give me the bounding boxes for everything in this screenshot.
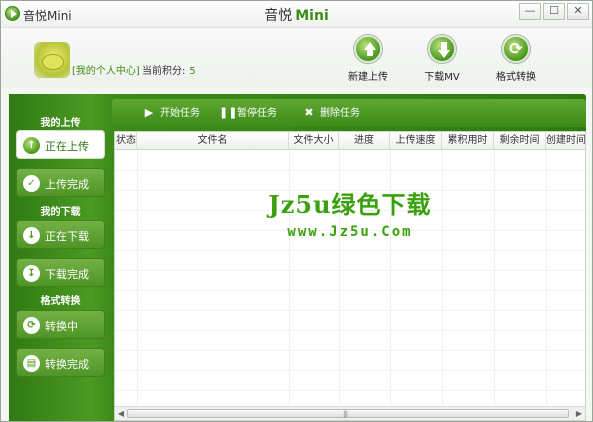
- start-task-label: 开始任务: [160, 108, 200, 119]
- grid-line: [494, 150, 495, 405]
- grid-line: [115, 290, 585, 291]
- play-icon: ▶: [144, 106, 154, 119]
- convert-section-title: 格式转换: [40, 296, 81, 307]
- sidebar-item-label: 正在上传: [45, 140, 89, 153]
- grid-line: [115, 330, 585, 331]
- task-table[interactable]: 状态 文件名 文件大小 进度 上传速度 累积用时 剩余时间 创建时间 Jz5u绿…: [114, 131, 586, 421]
- grid-line: [546, 150, 547, 405]
- grid-line: [115, 310, 585, 311]
- task-toolbar: ▶ 开始任务 ❚❚暂停任务 ✖ 删除任务: [112, 99, 586, 127]
- download-section-title: 我的下载: [40, 207, 81, 218]
- convert-cycle-icon: [502, 35, 530, 63]
- points-display: 当前积分: 5: [142, 62, 196, 77]
- format-convert-label: 格式转换: [496, 72, 536, 83]
- column-header-upload-speed[interactable]: 上传速度: [390, 132, 442, 150]
- column-header-progress[interactable]: 进度: [339, 132, 390, 150]
- download-arrow-icon: ↓: [23, 227, 40, 244]
- maximize-button[interactable]: ☐: [543, 3, 565, 20]
- grid-line: [137, 150, 138, 405]
- delete-task-button[interactable]: ✖ 删除任务: [302, 105, 360, 121]
- new-upload-button[interactable]: 新建上传: [338, 35, 398, 83]
- scroll-right-arrow-icon[interactable]: ▶: [574, 409, 584, 419]
- window-title-accent: Mini: [295, 8, 329, 24]
- sidebar-item-convert-done[interactable]: ▤ 转换完成: [16, 348, 105, 377]
- window-controls: — ☐ ✕: [517, 3, 589, 20]
- upload-section-title: 我的上传: [40, 118, 81, 129]
- delete-x-icon: ✖: [304, 106, 314, 119]
- sidebar-item-label: 下载完成: [45, 268, 89, 281]
- horizontal-scrollbar[interactable]: ◀ ||| ▶: [115, 406, 585, 420]
- grid-line: [115, 390, 585, 391]
- profile-center-link[interactable]: [我的个人中心]: [72, 62, 140, 77]
- download-done-icon: ↧: [23, 265, 40, 282]
- sidebar-item-label: 转换中: [45, 320, 78, 333]
- minimize-button[interactable]: —: [519, 3, 541, 20]
- column-header-created[interactable]: 创建时间: [546, 132, 585, 150]
- column-header-filesize[interactable]: 文件大小: [289, 132, 339, 150]
- pause-task-label: 暂停任务: [237, 108, 277, 119]
- sidebar-item-downloading[interactable]: ↓ 正在下载: [16, 220, 105, 249]
- sidebar: 我的上传 ↑ 正在上传 ✓ 上传完成 我的下载 ↓ 正在下载 ↧ 下载完成 格式…: [9, 94, 112, 421]
- format-convert-button[interactable]: 格式转换: [486, 35, 546, 83]
- close-button[interactable]: ✕: [567, 3, 589, 20]
- delete-task-label: 删除任务: [320, 108, 360, 119]
- window-title-main: 音悦: [264, 8, 293, 24]
- sidebar-item-label: 正在下载: [45, 230, 89, 243]
- scrollbar-thumb[interactable]: |||: [127, 409, 569, 418]
- new-upload-label: 新建上传: [348, 72, 388, 83]
- sidebar-item-upload-done[interactable]: ✓ 上传完成: [16, 168, 105, 197]
- scroll-left-arrow-icon[interactable]: ◀: [116, 409, 126, 419]
- watermark: Jz5u绿色下载 www.Jz5u.Com: [225, 185, 475, 240]
- document-icon: ▤: [23, 355, 40, 372]
- sidebar-item-uploading[interactable]: ↑ 正在上传: [16, 130, 105, 159]
- column-header-status[interactable]: 状态: [115, 132, 137, 150]
- pause-task-button[interactable]: ❚❚暂停任务: [219, 105, 277, 121]
- grip-icon: |||: [343, 410, 348, 418]
- sidebar-item-label: 转换完成: [45, 358, 89, 371]
- start-task-button[interactable]: ▶ 开始任务: [142, 105, 200, 121]
- window-title: 音悦 Mini: [1, 5, 592, 25]
- grid-line: [115, 350, 585, 351]
- download-mv-button[interactable]: 下载MV: [412, 35, 472, 83]
- grid-line: [115, 170, 585, 171]
- grid-line: [115, 370, 585, 371]
- top-toolbar: [我的个人中心] 当前积分:5 新建上传 下载MV 格式转换: [1, 28, 592, 88]
- column-header-remaining[interactable]: 剩余时间: [494, 132, 546, 150]
- watermark-url: www.Jz5u.Com: [287, 224, 413, 240]
- column-header-elapsed[interactable]: 累积用时: [442, 132, 494, 150]
- download-arrow-icon: [428, 35, 456, 63]
- table-header: 状态 文件名 文件大小 进度 上传速度 累积用时 剩余时间 创建时间: [115, 132, 585, 150]
- column-header-filename[interactable]: 文件名: [137, 132, 289, 150]
- points-value: 5: [189, 66, 196, 77]
- grid-line: [115, 270, 585, 271]
- sidebar-item-converting[interactable]: ⟳ 转换中: [16, 310, 105, 339]
- check-icon: ✓: [23, 175, 40, 192]
- pause-icon: ❚❚: [219, 106, 238, 119]
- title-bar[interactable]: 音悦Mini 音悦 Mini — ☐ ✕: [1, 1, 592, 28]
- upload-arrow-icon: [354, 35, 382, 63]
- main-panel: 我的上传 ↑ 正在上传 ✓ 上传完成 我的下载 ↓ 正在下载 ↧ 下载完成 格式…: [9, 94, 586, 421]
- points-label: 当前积分:: [142, 66, 186, 77]
- app-window: 音悦Mini 音悦 Mini — ☐ ✕ [我的个人中心] 当前积分: 5 新建上传…: [0, 0, 593, 422]
- watermark-title: Jz5u绿色下载: [268, 190, 432, 219]
- sidebar-item-label: 上传完成: [45, 178, 89, 191]
- convert-cycle-icon: ⟳: [23, 317, 40, 334]
- content-panel: ▶ 开始任务 ❚❚暂停任务 ✖ 删除任务 状态 文件名 文件大小 进度 上传速度 累…: [112, 99, 586, 421]
- grid-line: [115, 250, 585, 251]
- avatar[interactable]: [34, 42, 70, 78]
- sidebar-item-download-done[interactable]: ↧ 下载完成: [16, 258, 105, 287]
- download-mv-label: 下载MV: [424, 72, 460, 83]
- upload-arrow-icon: ↑: [23, 137, 40, 154]
